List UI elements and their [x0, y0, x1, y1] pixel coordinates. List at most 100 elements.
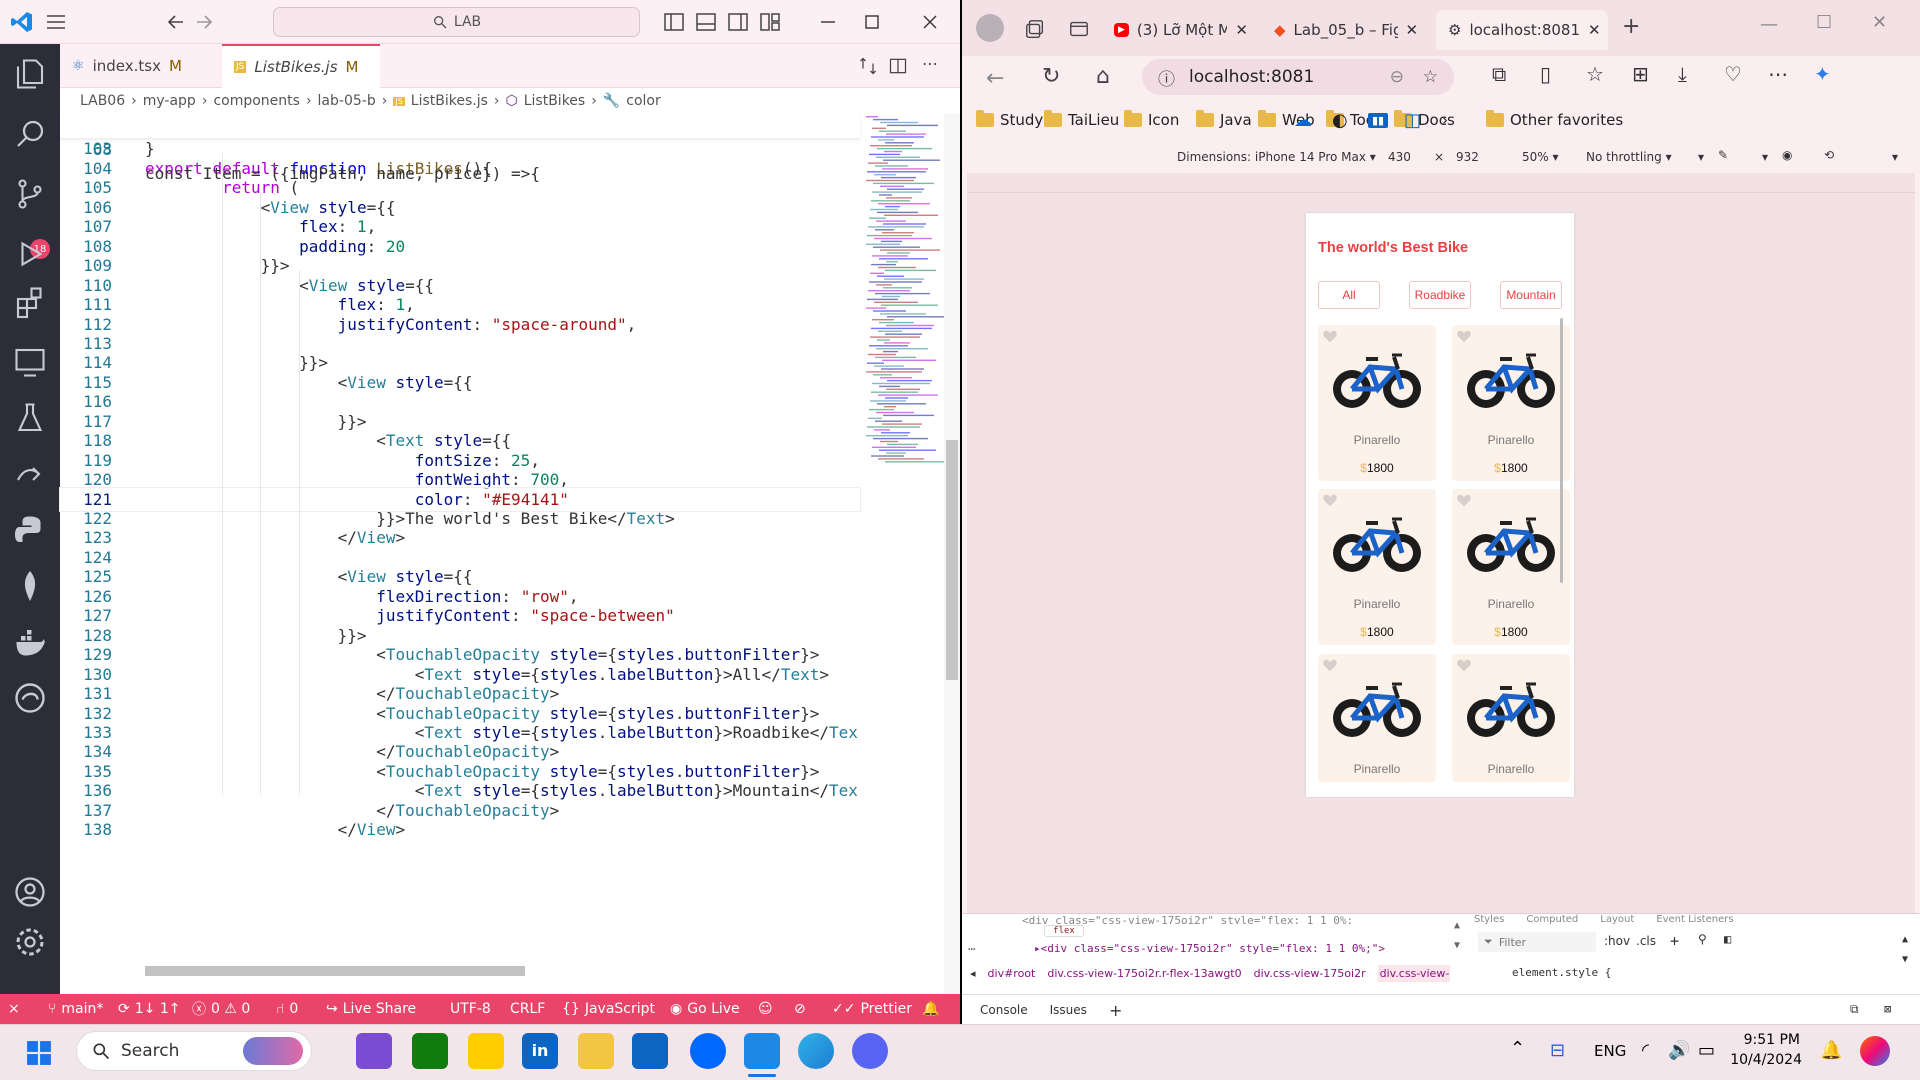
scroll-up-icon[interactable]: ▲ [1902, 934, 1908, 945]
filter-roadbike-button[interactable]: Roadbike [1409, 281, 1471, 309]
forward-arrow-icon[interactable] [192, 10, 216, 34]
address-bar[interactable]: ⓘ localhost:8081 ⊖ ☆ [1142, 59, 1454, 95]
problems-indicator[interactable]: ⓧ 0 ⚠ 0 [192, 994, 250, 1024]
remote-explorer-icon[interactable] [12, 344, 48, 380]
docker-icon[interactable] [12, 624, 48, 660]
close-tab-icon[interactable]: ✕ [1588, 21, 1601, 39]
favorite-folder-java[interactable]: Java [1196, 104, 1252, 136]
toggle-sidebar-icon[interactable] [662, 10, 686, 34]
downloads-icon[interactable]: ⤓ [1678, 62, 1687, 86]
github-icon[interactable]: ◐ [1332, 104, 1348, 136]
language-status[interactable]: {} JavaScript [562, 994, 655, 1024]
scroll-down-icon[interactable]: ▼ [1902, 954, 1908, 965]
favorite-folder-tailieu[interactable]: TaiLieu [1044, 104, 1119, 136]
collections-icon[interactable]: ⊞ [1632, 62, 1649, 86]
menu-icon[interactable] [44, 10, 68, 34]
file-explorer-app-icon[interactable] [578, 1033, 614, 1069]
copilot-disabled-icon[interactable]: ⊘ [794, 994, 806, 1024]
tab-index-tsx[interactable]: ⚛ index.tsx M [60, 44, 220, 88]
dom-node-line[interactable]: ▸<div class="css-view-175oi2r" style="fl… [1034, 942, 1396, 955]
notifications-bell-icon[interactable]: 🔔 [922, 994, 939, 1024]
copilot-taskbar-icon[interactable] [1860, 1036, 1890, 1066]
linkedin-app-icon[interactable]: in [522, 1033, 558, 1069]
crumb-selected[interactable]: div.css-view-175oi2r [1377, 964, 1450, 982]
browser-essentials-icon[interactable]: ♡ [1724, 62, 1742, 86]
code-line[interactable]: 138 </View> [60, 818, 860, 842]
horizontal-scrollbar[interactable] [145, 966, 525, 976]
crumb[interactable]: div#root [988, 967, 1036, 980]
breadcrumb-item[interactable]: ListBikes.js [411, 93, 488, 109]
media-query-ruler[interactable] [967, 173, 1915, 193]
zoom-out-icon[interactable]: ⊖ [1390, 67, 1404, 87]
sticky-scroll-line[interactable]: 68 const Item = ({imgPath, name, price})… [60, 114, 860, 183]
breadcrumb-item[interactable]: my-app [143, 93, 196, 109]
ports-indicator[interactable]: ⑁ 0 [276, 994, 298, 1024]
styles-tab[interactable]: Styles [1474, 914, 1504, 924]
home-icon[interactable]: ⌂ [1096, 64, 1110, 89]
width-input[interactable]: 430 [1388, 150, 1411, 164]
testing-icon[interactable] [12, 400, 48, 436]
settings-more-icon[interactable]: ⋯ [1768, 62, 1788, 86]
edge-devtools-icon[interactable] [12, 680, 48, 716]
battery-icon[interactable]: ▭ [1698, 1040, 1715, 1061]
favorites-icon[interactable]: ☆ [1586, 62, 1604, 86]
toggle-secondary-sidebar-icon[interactable] [726, 10, 750, 34]
prettier-status[interactable]: ✓✓ Prettier [832, 994, 912, 1024]
browser-tab-figma[interactable]: ◆ Lab_05_b – Fig ✕ [1262, 10, 1432, 50]
minimize-icon[interactable]: — [1760, 14, 1778, 35]
menu-dropdown-icon[interactable]: ▾ [1892, 150, 1898, 164]
add-tab-icon[interactable]: + [1109, 1001, 1122, 1020]
manage-gear-icon[interactable] [12, 924, 48, 960]
crumb[interactable]: div.css-view-175oi2r.r-flex-13awgt0 [1047, 967, 1241, 980]
command-center-search[interactable]: LAB [273, 7, 640, 37]
scroll-up-icon[interactable]: ▲ [1454, 920, 1460, 931]
styles-filter-input[interactable]: ⏷ Filter [1478, 932, 1596, 952]
paint-icon[interactable]: ⚲ [1698, 932, 1707, 946]
go-live-status[interactable]: ◉ Go Live [670, 994, 740, 1024]
more-options-icon[interactable]: ▾ [1698, 150, 1704, 164]
live-share-icon[interactable] [12, 456, 48, 492]
zoom-select[interactable]: 50% ▾ [1522, 150, 1559, 164]
refresh-icon[interactable]: ↻ [1042, 64, 1060, 89]
favorite-folder-study[interactable]: Study [976, 104, 1043, 136]
class-button[interactable]: .cls [1636, 934, 1656, 948]
product-card[interactable]: Pinarello [1318, 654, 1436, 782]
chevron-up-icon[interactable]: ⌃ [1510, 1038, 1525, 1059]
layout-tab[interactable]: Layout [1600, 914, 1634, 924]
trello-icon[interactable]: ▮▮ [1368, 104, 1389, 136]
split-screen-icon[interactable]: ▯ [1540, 62, 1551, 86]
maximize-icon[interactable]: ☐ [1816, 12, 1832, 33]
live-share-status[interactable]: ↪ Live Share [326, 994, 416, 1024]
vscode-app-icon[interactable] [744, 1033, 780, 1069]
branch-indicator[interactable]: ⑂ main* [48, 994, 103, 1024]
sticky-note-app-icon[interactable] [468, 1033, 504, 1069]
explorer-icon[interactable] [12, 56, 48, 92]
breadcrumb-item[interactable]: lab-05-b [318, 93, 376, 109]
copilot-icon[interactable]: ☺ [758, 994, 773, 1024]
discord-app-icon[interactable] [852, 1033, 888, 1069]
sticky-notes-app-icon[interactable] [356, 1033, 392, 1069]
language-indicator[interactable]: ENG [1594, 1042, 1626, 1060]
breadcrumb-item[interactable]: ListBikes [524, 93, 585, 109]
compare-changes-icon[interactable] [858, 56, 878, 76]
favorite-folder-icon[interactable]: Icon [1124, 104, 1179, 136]
filter-all-button[interactable]: All [1318, 281, 1380, 309]
input-method-icon[interactable]: ⊟ [1550, 1040, 1565, 1061]
more-icon[interactable]: ⋯ [968, 942, 975, 956]
new-style-rule-icon[interactable]: + [1670, 932, 1679, 950]
issues-tab[interactable]: Issues [1050, 1003, 1087, 1017]
edge-app-icon[interactable] [798, 1033, 834, 1069]
split-editor-icon[interactable] [888, 56, 908, 76]
mongodb-icon[interactable] [12, 568, 48, 604]
crumb[interactable]: div.css-view-175oi2r [1254, 967, 1366, 980]
volume-icon[interactable]: 🔊 [1668, 1040, 1690, 1061]
close-tab-icon[interactable]: ✕ [1406, 21, 1419, 39]
other-favorites[interactable]: Other favorites [1486, 104, 1623, 136]
breadcrumb-item[interactable]: color [626, 93, 660, 109]
phone-scrollbar[interactable] [1560, 318, 1563, 583]
xbox-app-icon[interactable] [412, 1033, 448, 1069]
accounts-icon[interactable] [12, 874, 48, 910]
product-card[interactable]: Pinarello $1800 [1318, 489, 1436, 645]
vision-icon[interactable]: ◉ [1782, 148, 1792, 162]
code-editor[interactable]: 68 const Item = ({imgPath, name, price})… [59, 114, 944, 994]
